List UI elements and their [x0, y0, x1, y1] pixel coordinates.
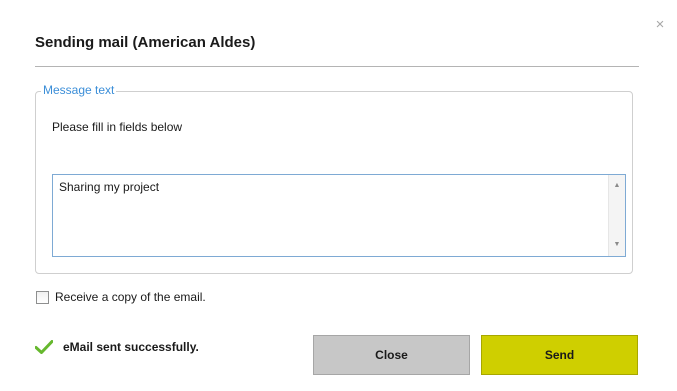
message-legend: Message text — [41, 83, 117, 97]
receive-copy-row[interactable]: Receive a copy of the email. — [36, 290, 206, 304]
close-icon[interactable]: × — [652, 17, 668, 33]
scroll-up-icon[interactable]: ▲ — [609, 179, 625, 193]
send-button[interactable]: Send — [481, 335, 638, 375]
receive-copy-label[interactable]: Receive a copy of the email. — [55, 290, 206, 304]
scroll-down-icon[interactable]: ▼ — [609, 238, 625, 252]
instructions-text: Please fill in fields below — [52, 120, 183, 134]
close-button[interactable]: Close — [313, 335, 470, 375]
send-mail-dialog: × Sending mail (American Aldes) Message … — [0, 0, 677, 391]
receive-copy-checkbox[interactable] — [36, 290, 49, 304]
textarea-scrollbar[interactable]: ▲ ▼ — [608, 175, 625, 256]
message-textarea[interactable]: Sharing my project ▲ ▼ — [52, 174, 626, 257]
check-icon — [35, 340, 53, 354]
dialog-title: Sending mail (American Aldes) — [35, 34, 256, 51]
message-textarea-value[interactable]: Sharing my project — [59, 180, 159, 194]
status-message: eMail sent successfully. — [35, 340, 199, 354]
status-text: eMail sent successfully. — [63, 340, 199, 354]
title-divider — [35, 66, 639, 67]
